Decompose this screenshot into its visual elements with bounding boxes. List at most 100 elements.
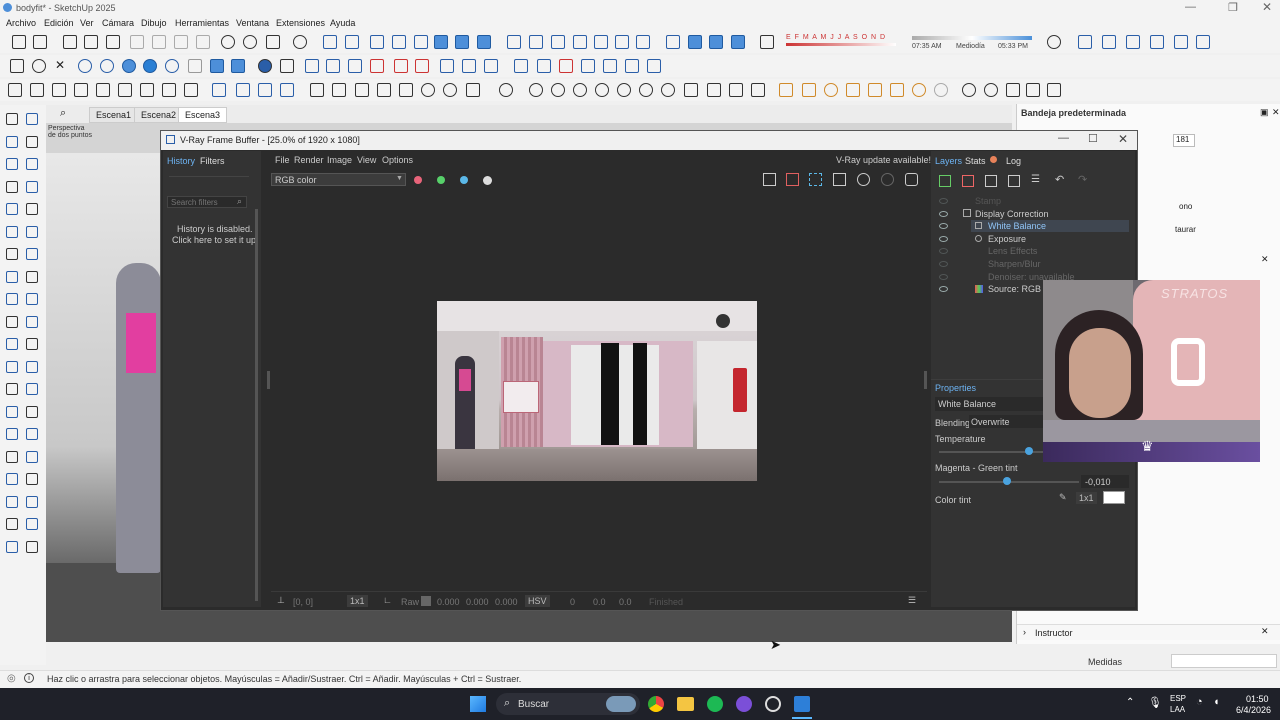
layout-1-icon[interactable] bbox=[1078, 35, 1092, 49]
arc-tool-icon[interactable] bbox=[26, 495, 38, 508]
save-icon[interactable] bbox=[106, 35, 120, 49]
section-display-icon[interactable] bbox=[709, 35, 723, 49]
save-layers-icon[interactable] bbox=[985, 175, 997, 187]
add-layer-icon[interactable] bbox=[939, 175, 951, 187]
zoom-scale-select[interactable]: 1x1 bbox=[347, 595, 368, 607]
polygon-tool-icon[interactable] bbox=[6, 540, 18, 553]
tray-overflow-icon[interactable]: ⌃ bbox=[1126, 697, 1134, 708]
track-mouse-icon[interactable] bbox=[833, 173, 846, 186]
shaded-icon[interactable] bbox=[477, 35, 491, 49]
orbit-tool-icon[interactable] bbox=[6, 338, 18, 350]
style-3-icon[interactable] bbox=[551, 35, 565, 49]
vfb-close-icon[interactable]: ✕ bbox=[1118, 132, 1128, 146]
layer-row-exposure[interactable]: Exposure bbox=[931, 233, 1129, 245]
rect-tool-icon[interactable] bbox=[6, 518, 18, 530]
vray-16-icon[interactable] bbox=[377, 83, 391, 97]
drop-4-icon[interactable] bbox=[165, 59, 179, 73]
tray-section-close-icon[interactable]: ✕ bbox=[1261, 254, 1269, 265]
scene-tab-3[interactable]: Escena3 bbox=[178, 107, 228, 123]
vfb-menu-file[interactable]: File bbox=[275, 155, 290, 165]
layout-2-icon[interactable] bbox=[1102, 35, 1116, 49]
stats-tab[interactable]: Stats bbox=[965, 156, 986, 166]
clear-image-icon[interactable] bbox=[786, 173, 799, 186]
drop-3-icon[interactable] bbox=[122, 59, 136, 73]
text-tool-icon[interactable] bbox=[6, 293, 18, 305]
line-tool-icon[interactable] bbox=[280, 59, 294, 73]
vray-22-icon[interactable] bbox=[529, 83, 543, 97]
light-4-icon[interactable] bbox=[846, 83, 860, 97]
undo-icon[interactable] bbox=[221, 35, 235, 49]
scene-tab-2[interactable]: Escena2 bbox=[134, 107, 184, 123]
shadow-time-slider[interactable] bbox=[912, 36, 1032, 40]
temperature-slider-handle[interactable] bbox=[1025, 447, 1033, 455]
style-7-icon[interactable] bbox=[636, 35, 650, 49]
filters-search-input[interactable] bbox=[167, 196, 247, 208]
chrome-icon[interactable] bbox=[648, 696, 664, 712]
sandbox-tool-icon[interactable] bbox=[26, 405, 38, 418]
vray-5-icon[interactable] bbox=[118, 83, 132, 97]
eye-icon[interactable] bbox=[939, 236, 948, 242]
rendered-image[interactable] bbox=[437, 301, 757, 481]
vray-7-icon[interactable] bbox=[162, 83, 176, 97]
iso-view-icon[interactable] bbox=[323, 35, 337, 49]
green-channel-icon[interactable] bbox=[437, 176, 445, 184]
eye-icon[interactable] bbox=[939, 248, 948, 254]
drop-1-icon[interactable] bbox=[78, 59, 92, 73]
vray-13-icon[interactable] bbox=[310, 83, 324, 97]
orbit-icon[interactable] bbox=[666, 35, 680, 49]
refresh-1-icon[interactable] bbox=[962, 83, 976, 97]
vray-21-icon[interactable] bbox=[499, 83, 513, 97]
sandbox-2-tool-icon[interactable] bbox=[6, 428, 18, 440]
layout-5-icon[interactable] bbox=[1174, 35, 1188, 49]
select-rect-icon[interactable] bbox=[10, 59, 24, 73]
eraser-tool-icon[interactable] bbox=[6, 473, 18, 485]
sandbox-3-icon[interactable] bbox=[559, 59, 573, 73]
erase-x-icon[interactable]: ✕ bbox=[55, 59, 69, 73]
select-tool-icon[interactable] bbox=[6, 113, 18, 125]
region-render-icon[interactable] bbox=[809, 173, 822, 186]
redo-icon[interactable] bbox=[243, 35, 257, 49]
light-6-icon[interactable] bbox=[890, 83, 904, 97]
vray-27-icon[interactable] bbox=[639, 83, 653, 97]
tray-pin-icon[interactable]: ▣ bbox=[1260, 107, 1269, 118]
hex-2-icon[interactable] bbox=[326, 59, 340, 73]
sandbox-6-icon[interactable] bbox=[625, 59, 639, 73]
style-2-icon[interactable] bbox=[529, 35, 543, 49]
look-around-tool-icon[interactable] bbox=[26, 383, 38, 395]
hex-4-icon[interactable] bbox=[370, 59, 384, 73]
polygon-tool-icon[interactable] bbox=[6, 203, 18, 215]
vray-update-notice[interactable]: V-Ray update available! bbox=[836, 155, 931, 165]
tray-instructor-close-icon[interactable]: ✕ bbox=[1261, 626, 1269, 637]
light-7-icon[interactable] bbox=[912, 83, 926, 97]
redo-layer-icon[interactable]: ↷ bbox=[1078, 173, 1087, 186]
stop-render-icon[interactable] bbox=[881, 173, 894, 186]
left-panel-splitter[interactable] bbox=[267, 371, 270, 389]
protractor-tool-icon[interactable] bbox=[6, 315, 18, 328]
right-panel-splitter[interactable] bbox=[924, 371, 927, 389]
pencil-tool-icon[interactable] bbox=[26, 135, 38, 148]
light-8-icon[interactable] bbox=[934, 83, 948, 97]
vray-24-icon[interactable] bbox=[573, 83, 587, 97]
layout-6-icon[interactable] bbox=[1196, 35, 1210, 49]
sandbox-7-icon[interactable] bbox=[647, 59, 661, 73]
scale-tool-icon[interactable] bbox=[26, 248, 38, 260]
wireframe-icon[interactable] bbox=[455, 35, 469, 49]
vfb-menu-view[interactable]: View bbox=[357, 155, 376, 165]
layout-4-icon[interactable] bbox=[1150, 35, 1164, 49]
layer-row-white-balance[interactable]: White Balance bbox=[971, 220, 1129, 232]
layers-tab[interactable]: Layers bbox=[935, 156, 962, 166]
vray-20-icon[interactable] bbox=[466, 83, 480, 97]
vray-25-icon[interactable] bbox=[595, 83, 609, 97]
alpha-channel-icon[interactable] bbox=[483, 176, 492, 185]
pencil-tool-icon[interactable] bbox=[26, 473, 38, 485]
vray-1-icon[interactable] bbox=[30, 83, 44, 97]
measurements-input[interactable] bbox=[1171, 654, 1277, 668]
rotate-icon[interactable] bbox=[415, 59, 429, 73]
menu-ayuda[interactable]: Ayuda bbox=[330, 18, 355, 28]
sketchup-taskbar-icon[interactable] bbox=[794, 696, 810, 712]
render-teapot-icon[interactable] bbox=[905, 173, 918, 186]
vray-12-icon[interactable] bbox=[280, 83, 294, 97]
document-icon[interactable] bbox=[1047, 83, 1061, 97]
shadow-month-slider[interactable] bbox=[786, 43, 896, 46]
sandbox-1-icon[interactable] bbox=[514, 59, 528, 73]
